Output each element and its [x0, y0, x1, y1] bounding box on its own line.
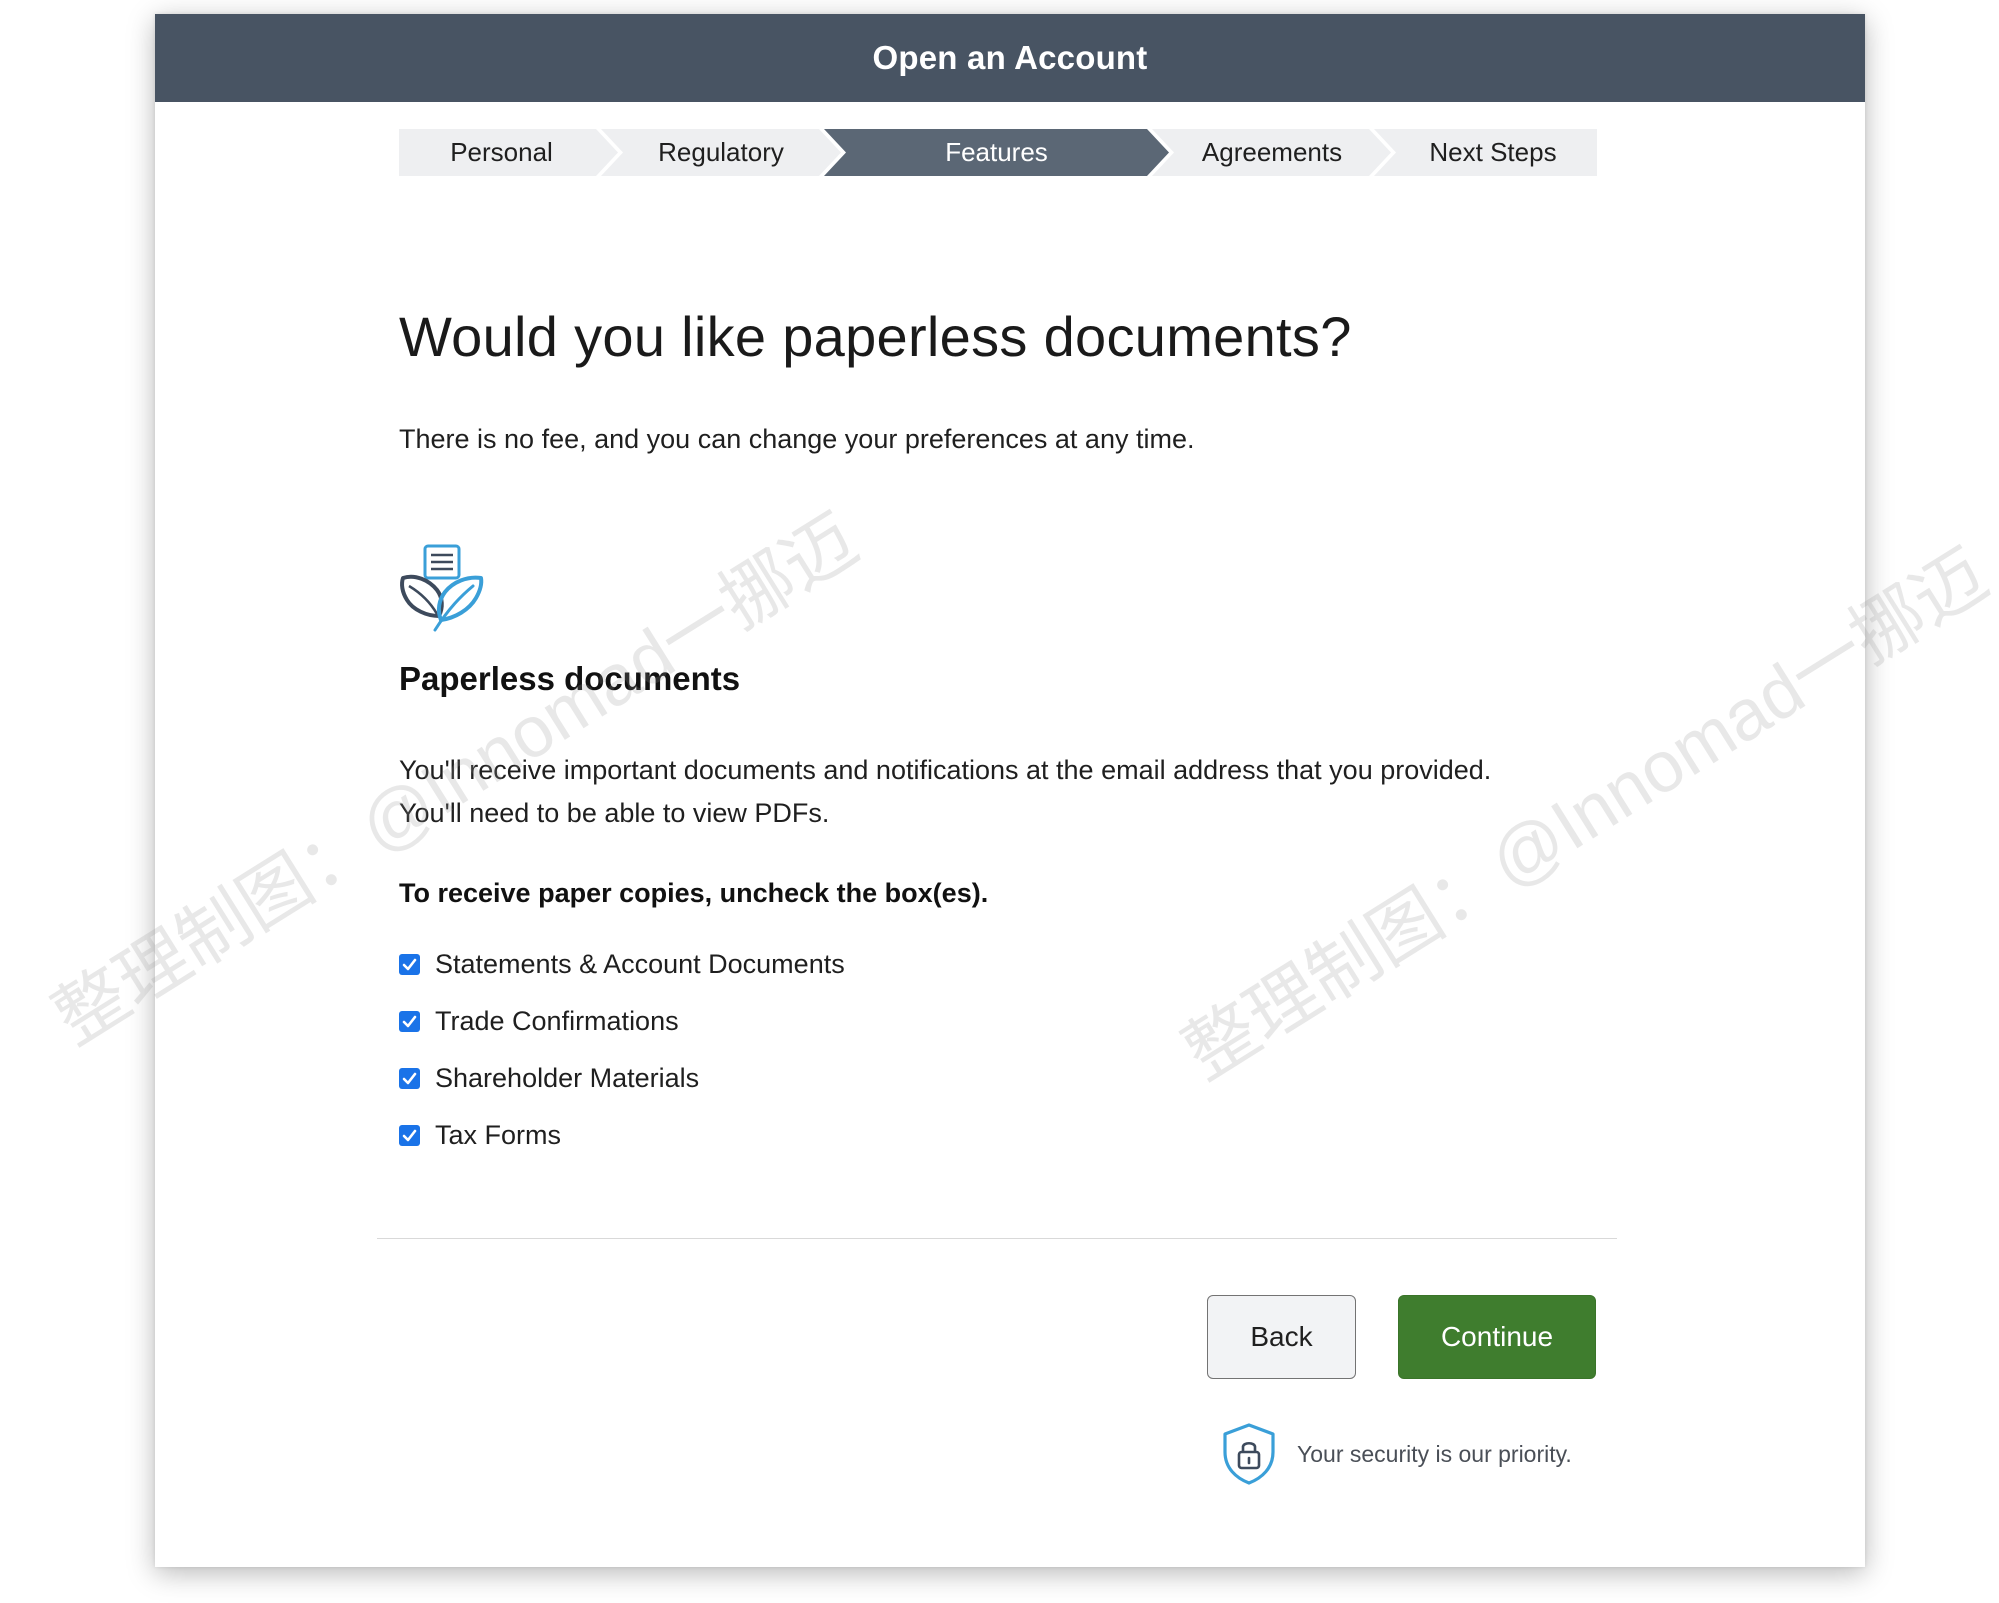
- step-next-steps[interactable]: Next Steps: [1389, 129, 1597, 176]
- feature-description: You'll receive important documents and n…: [399, 749, 1491, 835]
- option-shareholder-materials[interactable]: Shareholder Materials: [399, 1058, 699, 1098]
- feature-description-line-2: You'll need to be able to view PDFs.: [399, 798, 830, 828]
- trade-confirmations-label: Trade Confirmations: [435, 1005, 679, 1036]
- feature-title: Paperless documents: [399, 660, 741, 697]
- section-divider: [377, 1238, 1617, 1239]
- tax-forms-checkbox[interactable]: [399, 1124, 420, 1146]
- screen: Open an Account Personal Regulatory Feat…: [0, 0, 1999, 1603]
- step-features[interactable]: Features: [839, 129, 1154, 176]
- option-statements[interactable]: Statements & Account Documents: [399, 944, 845, 984]
- window-title-text: Open an Account: [872, 39, 1148, 76]
- back-button[interactable]: Back: [1207, 1295, 1356, 1379]
- progress-stepper: Personal Regulatory Features Agreements …: [399, 129, 1597, 176]
- shield-lock-icon: [1223, 1423, 1275, 1485]
- security-text: Your security is our priority.: [1297, 1440, 1572, 1467]
- step-agreements[interactable]: Agreements: [1167, 129, 1377, 176]
- trade-confirmations-checkbox[interactable]: [399, 1010, 420, 1032]
- checkmark-icon: [402, 1015, 417, 1027]
- checkmark-icon: [402, 1129, 417, 1141]
- paperless-leaf-document-icon: [399, 544, 485, 632]
- paper-copies-instruction: To receive paper copies, uncheck the box…: [399, 878, 989, 908]
- option-tax-forms[interactable]: Tax Forms: [399, 1115, 561, 1155]
- account-opening-window: Open an Account Personal Regulatory Feat…: [155, 14, 1865, 1567]
- shareholder-materials-label: Shareholder Materials: [435, 1062, 700, 1093]
- page-subtext: There is no fee, and you can change your…: [399, 424, 1195, 454]
- step-regulatory[interactable]: Regulatory: [617, 129, 825, 176]
- tax-forms-label: Tax Forms: [435, 1119, 562, 1150]
- statements-checkbox[interactable]: [399, 953, 420, 975]
- checkmark-icon: [402, 1072, 417, 1084]
- page-heading: Would you like paperless documents?: [399, 305, 1352, 368]
- option-trade-confirmations[interactable]: Trade Confirmations: [399, 1001, 679, 1041]
- statements-label: Statements & Account Documents: [435, 948, 845, 979]
- shareholder-materials-checkbox[interactable]: [399, 1067, 420, 1089]
- window-title: Open an Account: [155, 14, 1865, 102]
- security-note: Your security is our priority.: [1221, 1420, 1572, 1488]
- step-personal[interactable]: Personal: [399, 129, 604, 176]
- checkmark-icon: [402, 958, 417, 970]
- continue-button[interactable]: Continue: [1398, 1295, 1596, 1379]
- feature-description-line-1: You'll receive important documents and n…: [399, 755, 1492, 785]
